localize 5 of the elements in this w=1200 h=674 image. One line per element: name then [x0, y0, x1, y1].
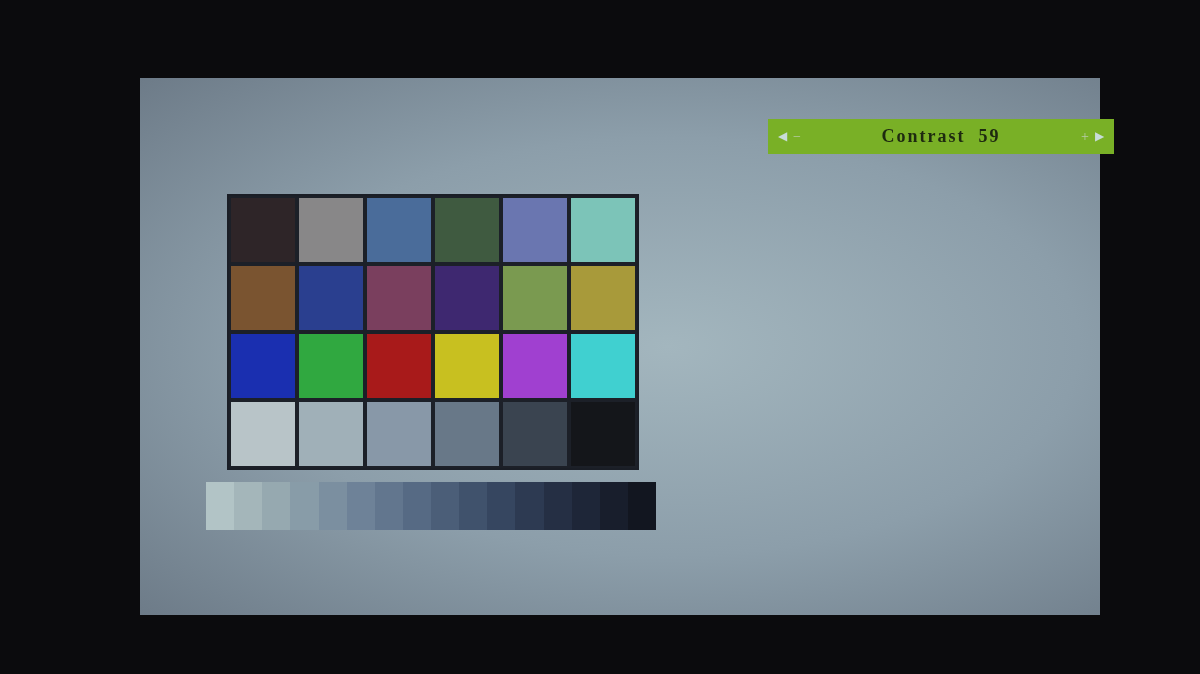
osd-label: Contrast 59 [880, 126, 1002, 147]
right-arrow-glyph[interactable]: ▶ [1095, 129, 1104, 144]
left-arrow-glyph[interactable]: ◀ [778, 129, 787, 144]
plus-glyph[interactable]: + [1081, 128, 1089, 145]
minus-glyph[interactable]: − [793, 128, 801, 145]
